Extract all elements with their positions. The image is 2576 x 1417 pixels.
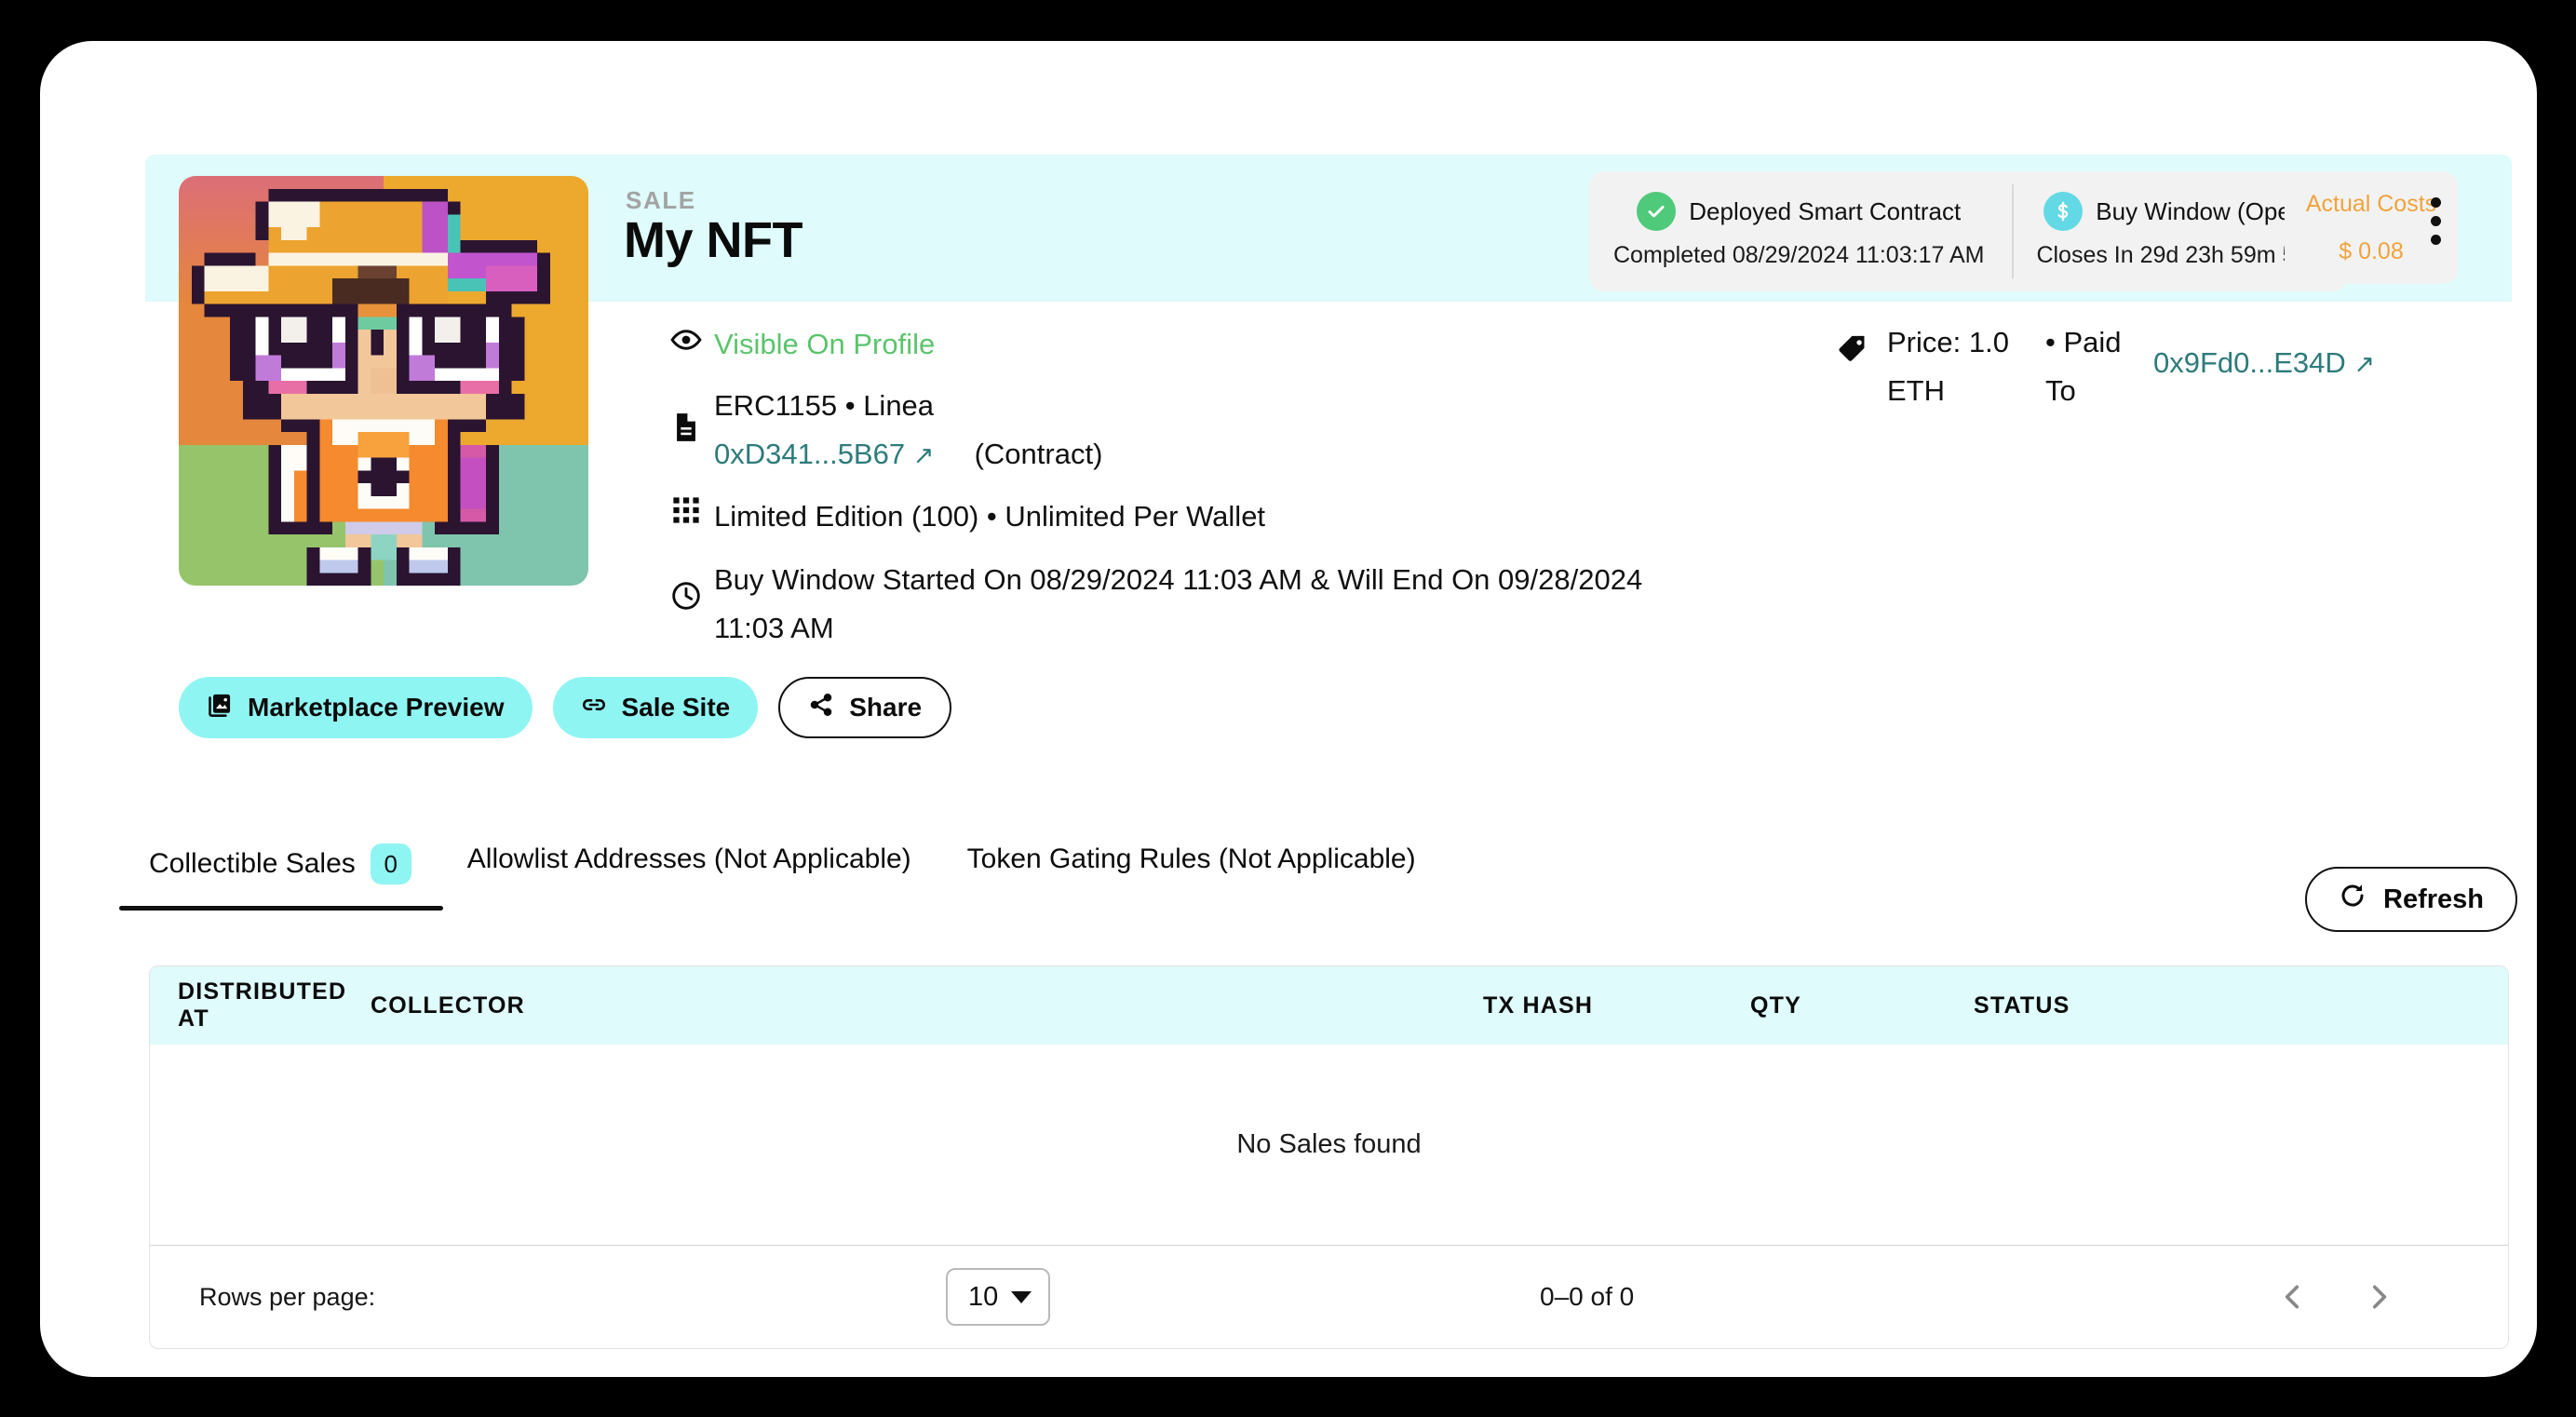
- more-vertical-icon[interactable]: [2431, 197, 2441, 245]
- edition-label: Limited Edition (100) • Unlimited Per Wa…: [714, 500, 1266, 533]
- refresh-button[interactable]: Refresh: [2305, 867, 2517, 932]
- sale-site-label: Sale Site: [621, 693, 731, 722]
- column-header-distributed-at: DISTRIBUTED AT: [178, 978, 347, 1032]
- column-header-status: STATUS: [1974, 992, 2070, 1019]
- share-label: Share: [849, 693, 923, 722]
- actual-costs-label: Actual Costs: [2305, 190, 2437, 217]
- contract-note: (Contract): [974, 438, 1103, 470]
- image-gallery-icon: [207, 692, 233, 724]
- share-icon: [808, 692, 834, 724]
- empty-state-message: No Sales found: [1236, 1129, 1422, 1159]
- column-header-tx-hash: TX HASH: [1483, 992, 1594, 1019]
- tab-collectible-sales-badge: 0: [370, 843, 411, 884]
- status-card-deployed[interactable]: Deployed Smart Contract Completed 08/29/…: [1589, 171, 2012, 291]
- detail-row-visibility: Visible On Profile: [658, 320, 1962, 369]
- tab-allowlist-addresses[interactable]: Allowlist Addresses (Not Applicable): [467, 843, 911, 901]
- column-header-qty: QTY: [1750, 992, 1801, 1019]
- refresh-label: Refresh: [2383, 884, 2484, 914]
- refresh-icon: [2339, 882, 2367, 917]
- nft-artwork[interactable]: [179, 176, 588, 586]
- buy-window-line2: 11:03 AM: [714, 612, 834, 644]
- table-body-empty: No Sales found: [150, 1045, 2508, 1246]
- pagination-controls: [2277, 1281, 2394, 1313]
- page-root: SALE My NFT Deployed Smart Contract Comp…: [0, 0, 2576, 1417]
- visibility-label: Visible On Profile: [714, 328, 936, 360]
- rows-per-page-label: Rows per page:: [199, 1282, 376, 1311]
- price-label-line1: Price: 1.0: [1887, 326, 2009, 358]
- paid-to-address-link[interactable]: 0x9Fd0...E34D: [2153, 346, 2346, 379]
- clock-icon: [658, 556, 714, 612]
- buy-window-line1: Buy Window Started On 08/29/2024 11:03 A…: [714, 563, 1643, 596]
- document-icon: [658, 382, 714, 443]
- contract-address-link[interactable]: 0xD341...5B67: [714, 438, 905, 470]
- app-card: SALE My NFT Deployed Smart Contract Comp…: [40, 41, 2537, 1377]
- sale-site-button[interactable]: Sale Site: [552, 677, 759, 738]
- status-group: Deployed Smart Contract Completed 08/29/…: [1589, 171, 2348, 291]
- dollar-circle-icon: [2043, 192, 2084, 231]
- paid-to-line2: To: [2045, 374, 2076, 407]
- price-tag-icon: [1837, 318, 1868, 370]
- pagination-range: 0–0 of 0: [1540, 1282, 1635, 1311]
- check-circle-icon: [1637, 192, 1677, 231]
- tab-collectible-sales[interactable]: Collectible Sales 0: [119, 843, 443, 911]
- eye-icon: [658, 320, 714, 356]
- price-summary: Price: 1.0 ETH • Paid To 0x9Fd0...E34D ↗: [1837, 318, 2375, 415]
- rows-per-page-select[interactable]: 10: [946, 1268, 1051, 1326]
- column-header-collector: COLLECTOR: [371, 992, 525, 1019]
- external-link-icon[interactable]: ↗: [913, 441, 935, 469]
- grid-icon: [658, 493, 714, 524]
- chevron-right-icon[interactable]: [2363, 1281, 2394, 1313]
- contract-standard: ERC1155 • Linea: [714, 389, 935, 422]
- tab-allowlist-addresses-label: Allowlist Addresses (Not Applicable): [466, 843, 911, 874]
- marketplace-preview-label: Marketplace Preview: [248, 693, 505, 722]
- price-label-line2: ETH: [1887, 374, 1945, 407]
- page-title: My NFT: [624, 212, 803, 268]
- detail-row-contract: ERC1155 • Linea 0xD341...5B67 ↗ (Contrac…: [658, 382, 1962, 479]
- detail-row-buy-window: Buy Window Started On 08/29/2024 11:03 A…: [658, 556, 1962, 653]
- actual-costs-value: $ 0.08: [2339, 237, 2404, 264]
- sales-table: DISTRIBUTED AT COLLECTOR TX HASH QTY STA…: [149, 965, 2509, 1349]
- detail-row-edition: Limited Edition (100) • Unlimited Per Wa…: [658, 493, 1962, 541]
- status-title: Deployed Smart Contract: [1689, 196, 1962, 225]
- table-footer: Rows per page: 10 0–0 of 0: [150, 1246, 2508, 1348]
- tab-token-gating-rules-label: Token Gating Rules (Not Applicable): [966, 843, 1416, 874]
- link-chain-icon: [581, 692, 607, 724]
- chevron-left-icon[interactable]: [2277, 1281, 2309, 1313]
- status-subtitle: Completed 08/29/2024 11:03:17 AM: [1613, 242, 1985, 268]
- nft-details: Visible On Profile ERC1155 • Linea 0xD34…: [658, 320, 1962, 656]
- external-link-icon[interactable]: ↗: [2353, 350, 2375, 378]
- paid-to-line1: • Paid: [2045, 326, 2122, 358]
- chevron-down-icon: [1011, 1290, 1032, 1303]
- tab-token-gating-rules[interactable]: Token Gating Rules (Not Applicable): [967, 843, 1416, 901]
- action-buttons: Marketplace Preview Sale Site Share: [179, 677, 952, 738]
- rows-per-page-value: 10: [968, 1281, 999, 1312]
- status-title: Buy Window (Open): [2096, 196, 2313, 225]
- status-subtitle: Closes In 29d 23h 59m 51s: [2036, 242, 2320, 268]
- share-button[interactable]: Share: [778, 677, 952, 738]
- table-header-row: DISTRIBUTED AT COLLECTOR TX HASH QTY STA…: [150, 966, 2508, 1045]
- tab-collectible-sales-label: Collectible Sales: [149, 848, 356, 879]
- tab-bar: Collectible Sales 0 Allowlist Addresses …: [119, 843, 1472, 911]
- marketplace-preview-button[interactable]: Marketplace Preview: [179, 677, 533, 738]
